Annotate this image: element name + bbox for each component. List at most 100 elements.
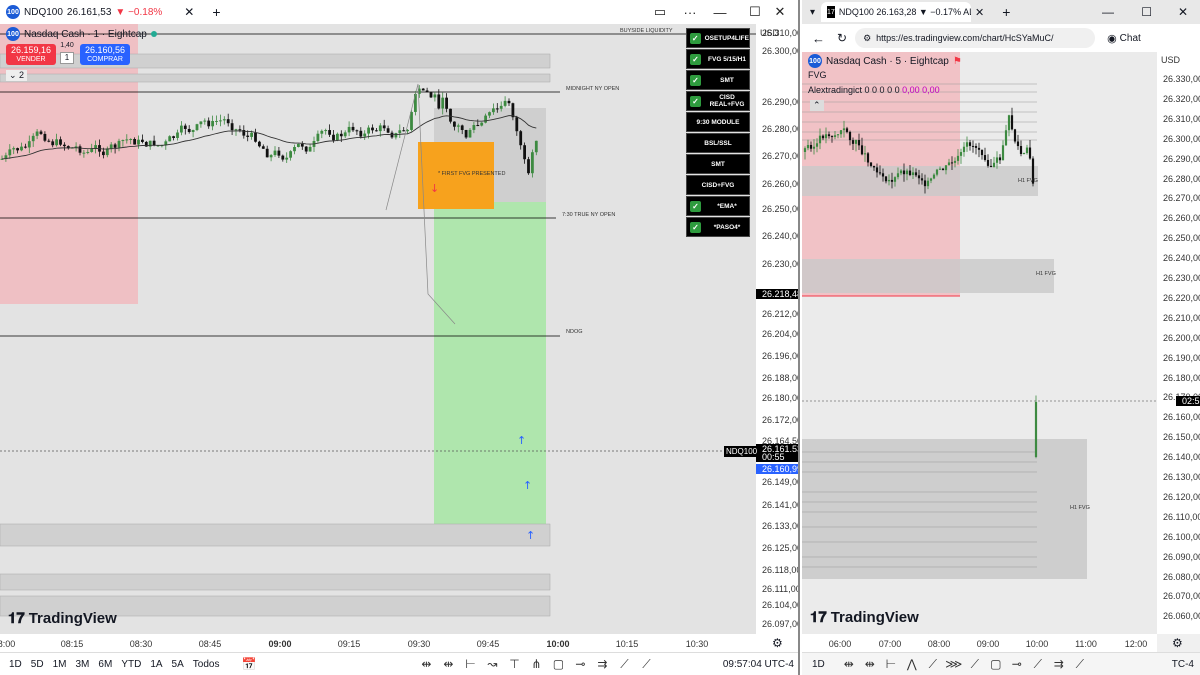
axis-settings-icon[interactable]: ⚙ <box>772 636 783 650</box>
checkbox-checked-icon[interactable]: ✓ <box>690 221 701 233</box>
back-icon[interactable]: ← <box>812 31 825 46</box>
checklist-item[interactable]: ✓ *EMA* <box>686 196 750 216</box>
candle-body <box>269 155 273 158</box>
candle-body <box>289 151 292 158</box>
right-close-icon[interactable]: ✕ <box>1178 5 1188 19</box>
drawing-tool-icon[interactable]: ⊸ <box>1007 656 1027 672</box>
range-button[interactable]: 5A <box>172 659 184 670</box>
sell-button[interactable]: 26.159,16 VENDER <box>6 44 56 65</box>
drawing-tool-icon[interactable]: ⊢ <box>881 656 901 672</box>
drawing-tool-icon[interactable]: ⟋ <box>923 656 943 672</box>
checklist-item[interactable]: SMT <box>686 154 750 174</box>
range-button[interactable]: 3M <box>76 659 90 670</box>
candle-body <box>488 112 491 116</box>
checkbox-checked-icon[interactable]: ✓ <box>690 200 701 212</box>
range-button[interactable]: 1M <box>53 659 67 670</box>
site-info-icon[interactable]: ⚙ <box>863 33 871 44</box>
drawing-tool-icon[interactable]: ▢ <box>986 656 1006 672</box>
right-price-axis[interactable]: USD 26.330,00 26.320,00 26.310,00 26.300,00… <box>1157 52 1200 634</box>
qty-field[interactable]: 1 <box>60 52 74 64</box>
right-maximize-icon[interactable]: ☐ <box>1141 5 1152 19</box>
price-tick: 26.097,00 <box>762 619 800 629</box>
tab-close-icon[interactable]: ✕ <box>184 5 194 19</box>
left-time-axis[interactable]: 08:00 08:15 08:30 08:45 09:00 09:15 09:30 09:45… <box>0 634 756 652</box>
drawing-tool-icon[interactable]: ⟋ <box>1070 656 1090 672</box>
reload-icon[interactable]: ↻ <box>837 31 847 45</box>
checkbox-checked-icon[interactable]: ✓ <box>690 95 701 107</box>
drawing-tool-icon[interactable]: ⊤ <box>504 656 524 672</box>
drawing-tool-icon[interactable]: ⇹ <box>860 656 880 672</box>
candle-body <box>519 131 523 146</box>
time-tick: 11:00 <box>1075 639 1097 649</box>
right-tab-close-icon[interactable]: ✕ <box>975 6 984 19</box>
right-timezone[interactable]: TC-4 <box>1172 659 1194 670</box>
right-chart-pane[interactable]: 100 Nasdaq Cash · 5 · Eightcap ⚑ FVG Ale… <box>802 52 1157 634</box>
drawing-tool-icon[interactable]: ⇹ <box>839 656 859 672</box>
checklist-item[interactable]: CISD+FVG <box>686 175 750 195</box>
right-collapse-icon[interactable]: ⌃ <box>810 100 824 111</box>
drawing-tool-icon[interactable]: ⟋ <box>636 656 656 672</box>
date-range-icon[interactable]: 📅 <box>241 657 256 671</box>
drawing-tool-icon[interactable]: ↝ <box>482 656 502 672</box>
range-button[interactable]: 1D <box>9 659 22 670</box>
url-field[interactable]: ⚙ https://es.tradingview.com/chart/HcSYa… <box>855 28 1096 48</box>
checklist-item[interactable]: 9:30 MODULE <box>686 112 750 132</box>
checklist-item[interactable]: ✓ OSETUP4LIFE <box>686 28 750 48</box>
clock: 09:57:04 UTC-4 <box>722 658 794 670</box>
minimize-icon[interactable]: — <box>700 0 740 24</box>
right-range-1d[interactable]: 1D <box>812 659 825 670</box>
range-button[interactable]: Todos <box>193 659 220 670</box>
midnight-label: MIDNIGHT NY OPEN <box>566 86 620 92</box>
drawing-tool-icon[interactable]: ⇹ <box>416 656 436 672</box>
checklist-item[interactable]: ✓ CISD REAL+FVG <box>686 91 750 111</box>
range-button[interactable]: YTD <box>121 659 141 670</box>
checklist-item[interactable]: ✓ *PASO4* <box>686 217 750 237</box>
right-minimize-icon[interactable]: — <box>1102 5 1114 19</box>
range-button[interactable]: 1A <box>150 659 162 670</box>
checkbox-checked-icon[interactable]: ✓ <box>690 53 701 65</box>
copilot-icon[interactable]: ◉ <box>1107 32 1117 45</box>
right-new-tab-icon[interactable]: + <box>1002 4 1010 20</box>
candle-body <box>842 128 846 131</box>
tab-list-icon[interactable]: ▾ <box>810 7 815 18</box>
buy-button[interactable]: 26.160,56 COMPRAR <box>80 44 130 65</box>
right-drawing-tools: ⇹ ⇹ ⊢ ⋀ ⟋ ⋙ ⟋ ▢ ⊸ ⟋ ⇉ ⟋ <box>839 656 1090 672</box>
right-axis-settings-icon[interactable]: ⚙ <box>1172 636 1183 650</box>
drawing-tool-icon[interactable]: ⇉ <box>1049 656 1069 672</box>
h1-fvg-label-2: H1 FVG <box>1036 271 1056 277</box>
drawing-tool-icon[interactable]: ⋔ <box>526 656 546 672</box>
drawing-tool-icon[interactable]: ⋙ <box>944 656 964 672</box>
long-position-box <box>434 202 546 524</box>
left-chart-pane[interactable]: ↓ ↑ ↑ ↑ 100 Nasdaq Cash · 1 · Eightcap 26.1… <box>0 24 756 634</box>
candle-body <box>815 143 819 147</box>
right-time-axis[interactable]: 06:00 07:00 08:00 09:00 10:00 11:00 12:00 <box>802 634 1157 652</box>
close-window-icon[interactable]: ✕ <box>760 0 798 24</box>
checklist-item[interactable]: ✓ SMT <box>686 70 750 90</box>
chat-button[interactable]: Chat <box>1120 33 1141 44</box>
drawing-tool-icon[interactable]: ▢ <box>548 656 568 672</box>
drawing-tool-icon[interactable]: ⟋ <box>614 656 634 672</box>
drawing-tool-icon[interactable]: ⋀ <box>902 656 922 672</box>
price-tick: 26.149,00 <box>762 477 800 487</box>
left-tab[interactable]: 100 NDQ100 26.161,53 ▼ −0.18% ✕ + <box>0 0 227 24</box>
price-tick: 26.111,00 <box>762 584 800 594</box>
checklist-item[interactable]: ✓ FVG 5/15/H1 <box>686 49 750 69</box>
range-button[interactable]: 5D <box>31 659 44 670</box>
drawing-tool-icon[interactable]: ⇹ <box>438 656 458 672</box>
right-tab[interactable]: 17 NDQ100 26.163,28 ▼ −0.17% ALE <box>821 2 972 22</box>
checklist-label: CISD+FVG <box>701 181 735 189</box>
drawing-tool-icon[interactable]: ⟋ <box>965 656 985 672</box>
drawing-tool-icon[interactable]: ⊸ <box>570 656 590 672</box>
checklist-item[interactable]: BSL/SSL <box>686 133 750 153</box>
collapse-indicators[interactable]: ⌄ 2 <box>6 70 28 81</box>
range-button[interactable]: 6M <box>98 659 112 670</box>
checkbox-checked-icon[interactable]: ✓ <box>690 32 701 44</box>
drawing-tool-icon[interactable]: ⇉ <box>592 656 612 672</box>
drawing-tool-icon[interactable]: ⊢ <box>460 656 480 672</box>
checkbox-checked-icon[interactable]: ✓ <box>690 74 701 86</box>
tab-symbol: NDQ100 <box>24 6 63 18</box>
alextrading-indicator: Alextradingict 0 0 0 0 0 0,00 0,00 <box>808 85 940 95</box>
new-tab-icon[interactable]: + <box>212 4 220 20</box>
drawing-tool-icon[interactable]: ⟋ <box>1028 656 1048 672</box>
left-price-axis[interactable]: USD 26.310,00 26.300,00 26.290,00 26.280,00… <box>756 24 800 634</box>
